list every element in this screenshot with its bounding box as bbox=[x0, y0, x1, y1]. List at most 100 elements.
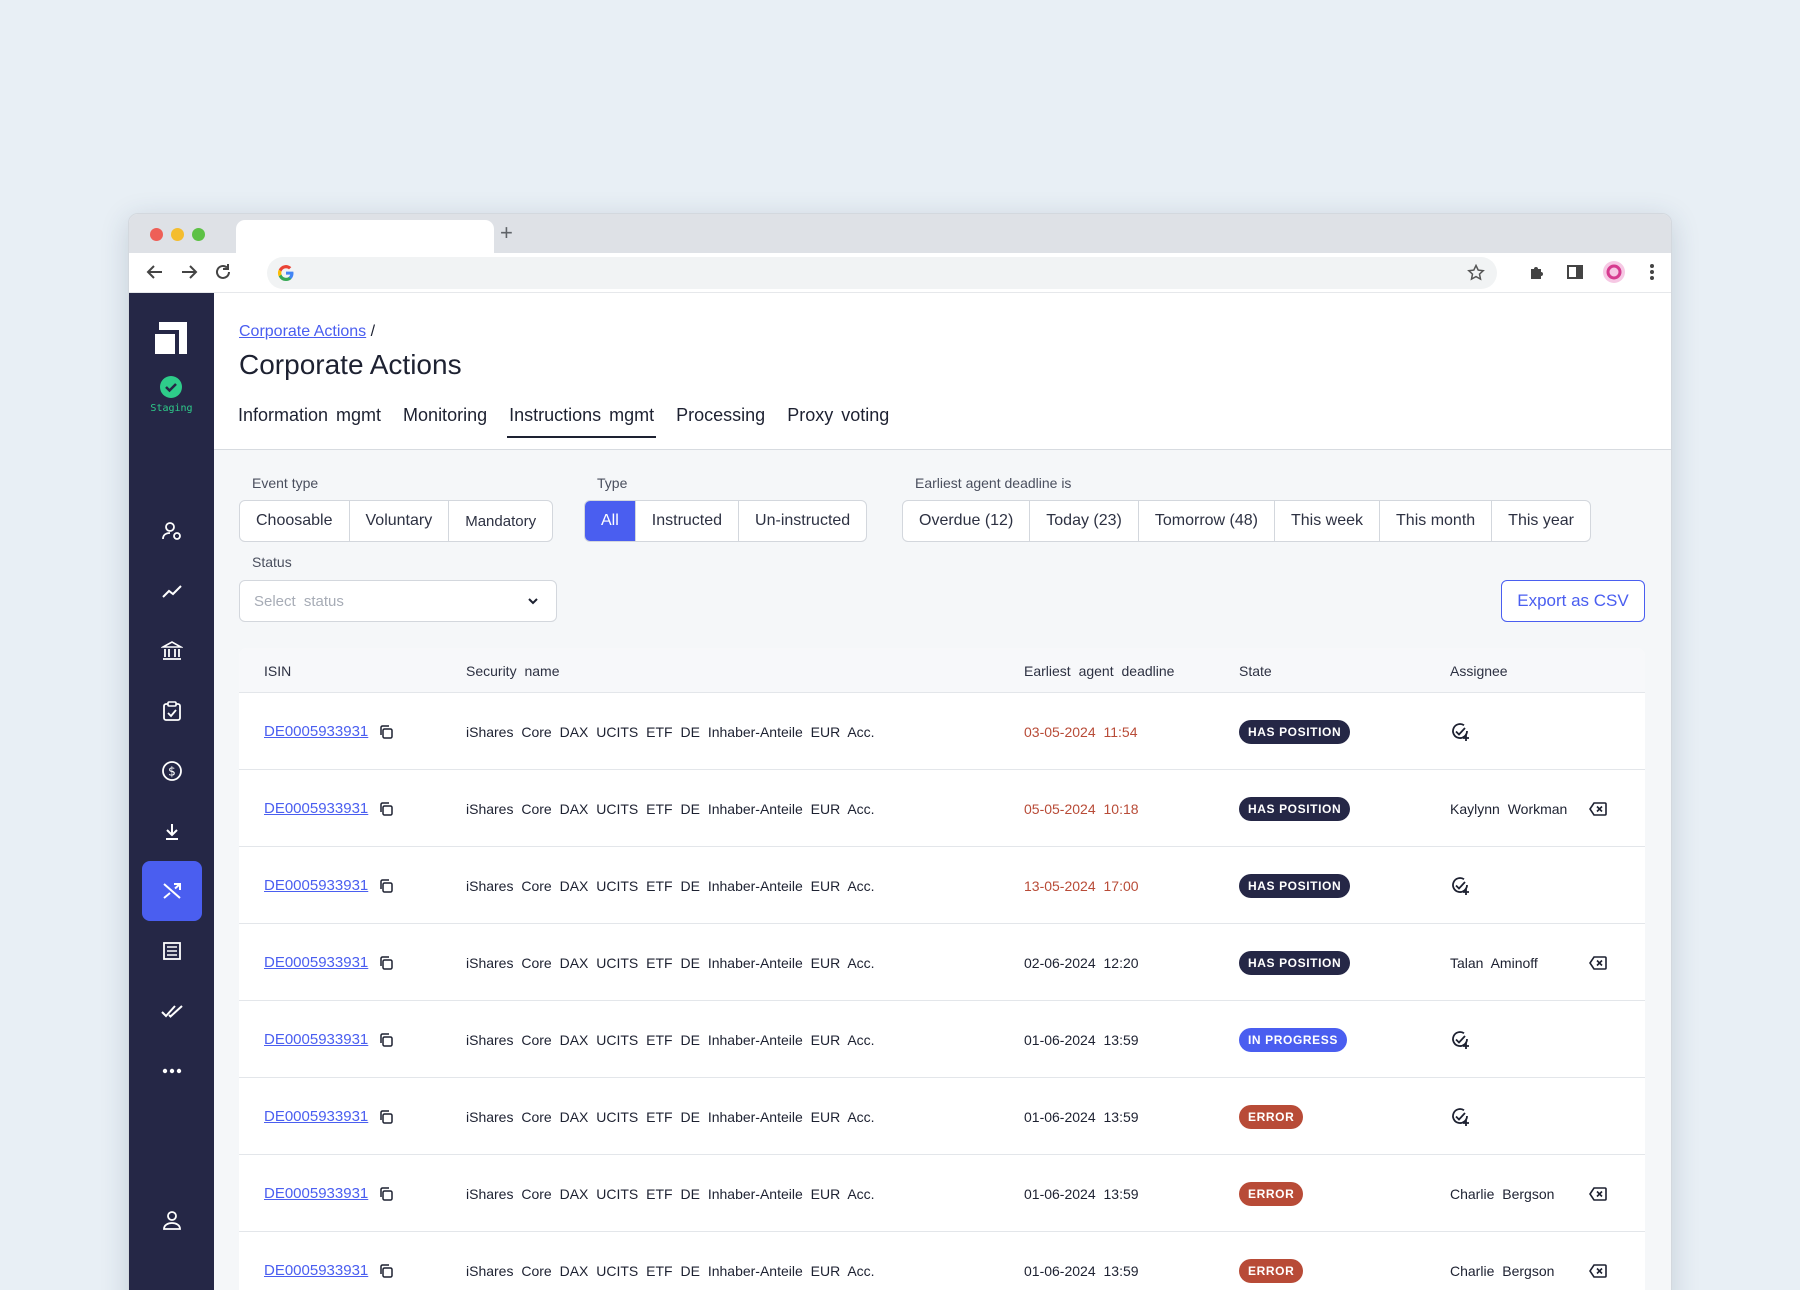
table-body: DE0005933931 iShares Core DAX UCITS ETF D… bbox=[239, 693, 1645, 1290]
bank-icon[interactable] bbox=[142, 621, 202, 681]
assign-user-icon[interactable] bbox=[1450, 722, 1470, 742]
address-bar[interactable] bbox=[267, 257, 1497, 289]
copy-icon[interactable] bbox=[378, 1186, 394, 1202]
event-type-choosable[interactable]: Choosable bbox=[240, 501, 350, 541]
deadline-cell: 03-05-2024 11:54 bbox=[1024, 723, 1138, 740]
type-instructed[interactable]: Instructed bbox=[636, 501, 740, 541]
deadline-overdue[interactable]: Overdue (12) bbox=[903, 501, 1031, 541]
double-check-icon[interactable] bbox=[142, 981, 202, 1041]
table-row[interactable]: DE0005933931 iShares Core DAX UCITS ETF D… bbox=[239, 693, 1645, 770]
breadcrumb: Corporate Actions / bbox=[239, 323, 375, 341]
tab-processing[interactable]: Processing bbox=[674, 403, 767, 438]
deadline-this-month[interactable]: This month bbox=[1380, 501, 1493, 541]
header-state[interactable]: State bbox=[1239, 663, 1272, 679]
isin-link[interactable]: DE0005933931 bbox=[264, 1185, 368, 1202]
more-dots-icon[interactable] bbox=[142, 1041, 202, 1101]
tab-instructions-mgmt[interactable]: Instructions mgmt bbox=[507, 403, 657, 438]
isin-link[interactable]: DE0005933931 bbox=[264, 1031, 368, 1048]
isin-link[interactable]: DE0005933931 bbox=[264, 800, 368, 817]
table-row[interactable]: DE0005933931 iShares Core DAX UCITS ETF D… bbox=[239, 924, 1645, 1001]
table-row[interactable]: DE0005933931 iShares Core DAX UCITS ETF D… bbox=[239, 1232, 1645, 1290]
maximize-window-dot[interactable] bbox=[192, 228, 205, 241]
export-csv-button[interactable]: Export as CSV bbox=[1501, 580, 1645, 622]
instructions-table: ISIN Security name Earliest agent deadli… bbox=[239, 648, 1645, 1290]
remove-assignee-icon[interactable] bbox=[1589, 1263, 1607, 1278]
users-settings-icon[interactable] bbox=[142, 501, 202, 561]
deadline-this-year[interactable]: This year bbox=[1492, 501, 1590, 541]
forward-arrow-icon[interactable] bbox=[177, 260, 201, 284]
logo-icon[interactable] bbox=[155, 322, 187, 359]
bookmark-star-icon[interactable] bbox=[1467, 264, 1485, 282]
close-window-dot[interactable] bbox=[150, 228, 163, 241]
staging-status-icon bbox=[160, 376, 182, 403]
security-name: iShares Core DAX UCITS ETF DE Inhaber-An… bbox=[466, 800, 875, 817]
deadline-this-week[interactable]: This week bbox=[1275, 501, 1381, 541]
status-select[interactable]: Select status bbox=[239, 580, 557, 622]
table-row[interactable]: DE0005933931 iShares Core DAX UCITS ETF D… bbox=[239, 847, 1645, 924]
assign-user-icon[interactable] bbox=[1450, 876, 1470, 896]
isin-link[interactable]: DE0005933931 bbox=[264, 1108, 368, 1125]
shuffle-instructions-icon[interactable] bbox=[142, 861, 202, 921]
remove-assignee-icon[interactable] bbox=[1589, 955, 1607, 970]
event-type-voluntary[interactable]: Voluntary bbox=[350, 501, 450, 541]
state-badge: ERROR bbox=[1239, 1258, 1304, 1283]
browser-tabstrip: + bbox=[129, 214, 1671, 253]
copy-icon[interactable] bbox=[378, 801, 394, 817]
dollar-coin-icon[interactable]: $ bbox=[142, 741, 202, 801]
deadline-today[interactable]: Today (23) bbox=[1030, 501, 1139, 541]
deadline-tomorrow[interactable]: Tomorrow (48) bbox=[1139, 501, 1275, 541]
state-badge: ERROR bbox=[1239, 1181, 1304, 1206]
deadline-cell: 01-06-2024 13:59 bbox=[1024, 1262, 1139, 1279]
download-icon[interactable] bbox=[142, 801, 202, 861]
browser-tab[interactable] bbox=[236, 220, 494, 253]
header-security-name[interactable]: Security name bbox=[466, 663, 559, 679]
breadcrumb-link-corporate-actions[interactable]: Corporate Actions bbox=[239, 323, 366, 340]
isin-link[interactable]: DE0005933931 bbox=[264, 877, 368, 894]
table-row[interactable]: DE0005933931 iShares Core DAX UCITS ETF D… bbox=[239, 1078, 1645, 1155]
svg-text:$: $ bbox=[168, 765, 176, 779]
event-type-mandatory[interactable]: Mandatory bbox=[449, 501, 552, 541]
browser-menu-icon[interactable] bbox=[1640, 260, 1664, 284]
type-all[interactable]: All bbox=[585, 501, 636, 541]
type-un-instructed[interactable]: Un-instructed bbox=[739, 501, 866, 541]
user-account-icon[interactable] bbox=[142, 1190, 202, 1250]
isin-link[interactable]: DE0005933931 bbox=[264, 1262, 368, 1279]
tab-monitoring[interactable]: Monitoring bbox=[401, 403, 489, 438]
app-root: Staging $ Corporate Actions / Corporate … bbox=[129, 293, 1671, 1290]
isin-link[interactable]: DE0005933931 bbox=[264, 954, 368, 971]
copy-icon[interactable] bbox=[378, 1263, 394, 1279]
tab-proxy-voting[interactable]: Proxy voting bbox=[785, 403, 891, 438]
table-row[interactable]: DE0005933931 iShares Core DAX UCITS ETF D… bbox=[239, 1155, 1645, 1232]
side-panel-icon[interactable] bbox=[1563, 260, 1587, 284]
profile-avatar-icon[interactable] bbox=[1602, 260, 1626, 284]
copy-icon[interactable] bbox=[378, 878, 394, 894]
minimize-window-dot[interactable] bbox=[171, 228, 184, 241]
header-assignee[interactable]: Assignee bbox=[1450, 663, 1508, 679]
remove-assignee-icon[interactable] bbox=[1589, 801, 1607, 816]
assign-user-icon[interactable] bbox=[1450, 1030, 1470, 1050]
back-arrow-icon[interactable] bbox=[143, 260, 167, 284]
extensions-puzzle-icon[interactable] bbox=[1525, 260, 1549, 284]
assign-user-icon[interactable] bbox=[1450, 1107, 1470, 1127]
sidebar: Staging $ bbox=[129, 293, 214, 1290]
isin-link[interactable]: DE0005933931 bbox=[264, 723, 368, 740]
reload-icon[interactable] bbox=[211, 260, 235, 284]
tab-information-mgmt[interactable]: Information mgmt bbox=[236, 403, 383, 438]
event-type-filter: Choosable Voluntary Mandatory bbox=[239, 500, 554, 542]
copy-icon[interactable] bbox=[378, 1109, 394, 1125]
copy-icon[interactable] bbox=[378, 724, 394, 740]
header-isin[interactable]: ISIN bbox=[264, 663, 291, 679]
trend-chart-icon[interactable] bbox=[142, 561, 202, 621]
remove-assignee-icon[interactable] bbox=[1589, 1186, 1607, 1201]
list-table-icon[interactable] bbox=[142, 921, 202, 981]
table-row[interactable]: DE0005933931 iShares Core DAX UCITS ETF D… bbox=[239, 770, 1645, 847]
new-tab-plus-icon[interactable]: + bbox=[500, 220, 513, 246]
header-earliest-agent-deadline[interactable]: Earliest agent deadline bbox=[1024, 663, 1174, 679]
status-label: Status bbox=[252, 554, 292, 570]
clipboard-check-icon[interactable] bbox=[142, 681, 202, 741]
security-name: iShares Core DAX UCITS ETF DE Inhaber-An… bbox=[466, 1031, 875, 1048]
assignee-name: Charlie Bergson bbox=[1450, 1262, 1555, 1279]
copy-icon[interactable] bbox=[378, 1032, 394, 1048]
table-row[interactable]: DE0005933931 iShares Core DAX UCITS ETF D… bbox=[239, 1001, 1645, 1078]
copy-icon[interactable] bbox=[378, 955, 394, 971]
